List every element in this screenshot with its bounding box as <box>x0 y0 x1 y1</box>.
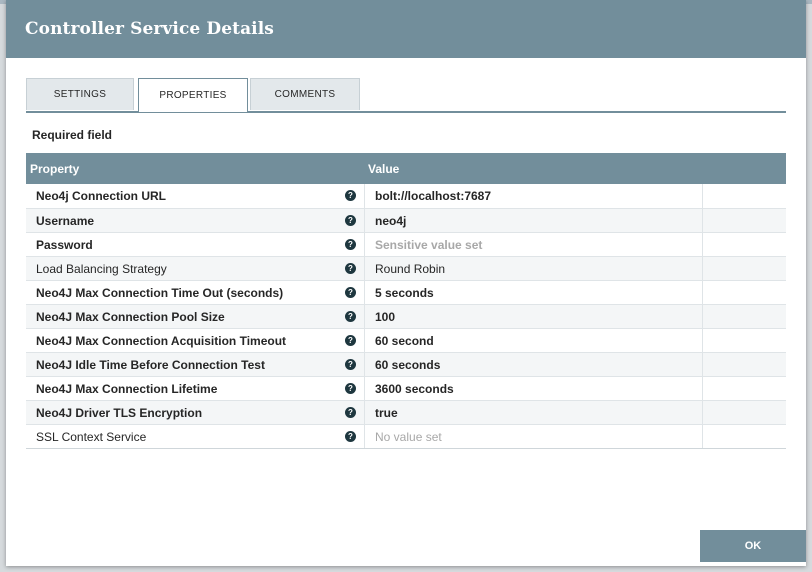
table-row[interactable]: Neo4j Connection URL? bolt://localhost:76… <box>26 184 786 208</box>
property-value[interactable]: 100 <box>375 310 395 324</box>
column-divider <box>702 353 703 376</box>
help-icon[interactable]: ? <box>345 215 356 226</box>
table-row[interactable]: Neo4J Idle Time Before Connection Test? 6… <box>26 352 786 376</box>
column-divider <box>702 377 703 400</box>
dialog-title: Controller Service Details <box>25 19 274 39</box>
tab-settings[interactable]: SETTINGS <box>26 78 134 110</box>
property-value[interactable]: No value set <box>375 430 442 444</box>
column-divider <box>702 425 703 448</box>
table-row[interactable]: Neo4J Max Connection Time Out (seconds)?… <box>26 280 786 304</box>
table-row[interactable]: Neo4J Max Connection Pool Size? 100 <box>26 304 786 328</box>
help-icon[interactable]: ? <box>345 239 356 250</box>
help-icon[interactable]: ? <box>345 431 356 442</box>
help-icon[interactable]: ? <box>345 287 356 298</box>
column-divider <box>364 305 365 328</box>
property-value[interactable]: bolt://localhost:7687 <box>375 189 491 203</box>
property-value[interactable]: 3600 seconds <box>375 382 454 396</box>
dialog-header: Controller Service Details <box>6 0 806 58</box>
help-icon[interactable]: ? <box>345 311 356 322</box>
property-name: Password <box>36 238 93 252</box>
property-name: Neo4J Max Connection Lifetime <box>36 382 218 396</box>
property-name: Neo4J Max Connection Acquisition Timeout <box>36 334 287 348</box>
property-name: Neo4J Driver TLS Encryption <box>36 406 203 420</box>
help-icon[interactable]: ? <box>345 407 356 418</box>
property-value[interactable]: neo4j <box>375 214 406 228</box>
property-name: Neo4J Max Connection Time Out (seconds) <box>36 286 284 300</box>
property-name: Username <box>36 214 95 228</box>
column-divider <box>702 305 703 328</box>
column-divider <box>702 281 703 304</box>
property-value[interactable]: Sensitive value set <box>375 238 482 252</box>
tab-comments[interactable]: COMMENTS <box>250 78 360 110</box>
property-value[interactable]: true <box>375 406 398 420</box>
property-value[interactable]: Round Robin <box>375 262 445 276</box>
column-divider <box>364 209 365 232</box>
property-name: Neo4J Max Connection Pool Size <box>36 310 225 324</box>
column-header-value[interactable]: Value <box>368 162 399 176</box>
table-row[interactable]: Password? Sensitive value set <box>26 232 786 256</box>
property-name: SSL Context Service <box>36 430 147 444</box>
help-icon[interactable]: ? <box>345 263 356 274</box>
column-divider <box>364 353 365 376</box>
column-divider <box>364 401 365 424</box>
column-divider <box>702 329 703 352</box>
column-divider <box>364 184 365 208</box>
help-icon[interactable]: ? <box>345 190 356 201</box>
column-divider <box>364 425 365 448</box>
column-divider <box>702 209 703 232</box>
column-header-property[interactable]: Property <box>30 162 79 176</box>
property-name: Neo4J Idle Time Before Connection Test <box>36 358 265 372</box>
column-divider <box>702 401 703 424</box>
tab-properties[interactable]: PROPERTIES <box>138 78 248 112</box>
table-row[interactable]: Neo4J Max Connection Acquisition Timeout… <box>26 328 786 352</box>
column-divider <box>364 257 365 280</box>
property-name: Neo4j Connection URL <box>36 189 167 203</box>
table-row[interactable]: Username? neo4j <box>26 208 786 232</box>
required-field-label: Required field <box>32 128 113 142</box>
table-row[interactable]: Load Balancing Strategy? Round Robin <box>26 256 786 280</box>
help-icon[interactable]: ? <box>345 359 356 370</box>
ok-button[interactable]: OK <box>700 530 806 562</box>
controller-service-dialog: Controller Service Details SETTINGS PROP… <box>6 0 806 566</box>
property-value[interactable]: 5 seconds <box>375 286 434 300</box>
properties-table: Property Value Neo4j Connection URL? bolt… <box>26 153 786 449</box>
property-value[interactable]: 60 second <box>375 334 434 348</box>
column-divider <box>702 257 703 280</box>
table-row[interactable]: Neo4J Max Connection Lifetime? 3600 secon… <box>26 376 786 400</box>
column-divider <box>702 184 703 208</box>
table-row[interactable]: Neo4J Driver TLS Encryption? true <box>26 400 786 424</box>
help-icon[interactable]: ? <box>345 335 356 346</box>
property-value[interactable]: 60 seconds <box>375 358 440 372</box>
table-body: Neo4j Connection URL? bolt://localhost:76… <box>26 184 786 448</box>
column-divider <box>364 329 365 352</box>
column-divider <box>364 281 365 304</box>
help-icon[interactable]: ? <box>345 383 356 394</box>
column-divider <box>364 377 365 400</box>
table-row[interactable]: SSL Context Service? No value set <box>26 424 786 448</box>
column-divider <box>702 233 703 256</box>
table-header: Property Value <box>26 153 786 184</box>
column-divider <box>364 233 365 256</box>
tab-bar: SETTINGS PROPERTIES COMMENTS <box>26 78 786 113</box>
property-name: Load Balancing Strategy <box>36 262 167 276</box>
